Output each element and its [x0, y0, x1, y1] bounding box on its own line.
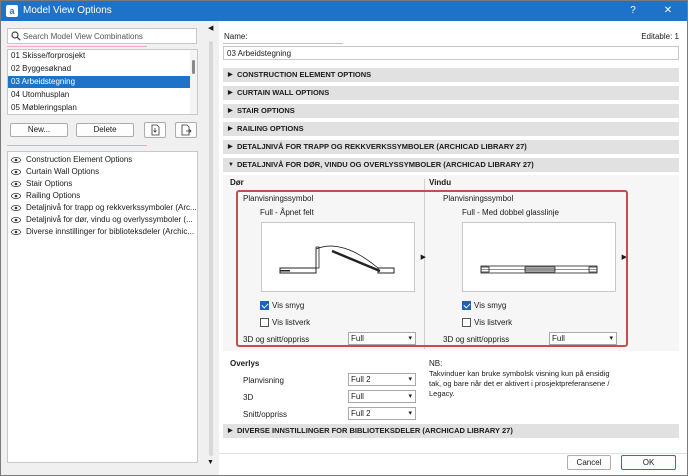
export-icon: [181, 124, 192, 136]
scroll-down-icon[interactable]: ▼: [207, 459, 214, 466]
collapse-left-icon[interactable]: ◀: [208, 24, 213, 32]
divider: [7, 145, 147, 146]
expand-icon: ▶: [228, 144, 233, 150]
overlys-section-select[interactable]: Full 2 ▾: [348, 407, 416, 420]
search-field[interactable]: Search Model View Combinations: [7, 28, 197, 44]
expand-icon: ▶: [228, 90, 233, 96]
chevron-down-icon: ▾: [408, 376, 412, 383]
door-title: Dør: [230, 178, 244, 187]
export-button[interactable]: [175, 122, 197, 138]
section-header[interactable]: ▶ CONSTRUCTION ELEMENT OPTIONS: [223, 68, 679, 82]
section-header[interactable]: ▶ DETALJNIVÅ FOR TRAPP OG REKKVERKSSYMBOL…: [223, 140, 679, 154]
cancel-button[interactable]: Cancel: [567, 455, 611, 470]
expand-icon: ▶: [228, 126, 233, 132]
panel-splitter[interactable]: ◀ ▼: [204, 21, 218, 475]
list-item[interactable]: 04 Utomhusplan: [8, 89, 191, 101]
window-title: Vindu: [429, 178, 452, 187]
new-button[interactable]: New...: [10, 123, 68, 137]
option-set-label: Railing Options: [26, 191, 81, 200]
option-set-list[interactable]: Construction Element Options Curtain Wal…: [7, 151, 198, 463]
overlys-section-label: Snitt/oppriss: [243, 410, 288, 419]
title-bar: a Model View Options ? ✕: [1, 1, 687, 21]
eye-icon[interactable]: [11, 169, 21, 175]
eye-icon[interactable]: [11, 205, 21, 211]
option-set-item[interactable]: Detaljnivå for dør, vindu og overlyssymb…: [8, 214, 197, 226]
name-label: Name:: [224, 32, 248, 41]
editable-label: Editable: 1: [641, 32, 679, 41]
option-set-label: Curtain Wall Options: [26, 167, 100, 176]
eye-icon[interactable]: [11, 193, 21, 199]
overlys-plan-select[interactable]: Full 2 ▾: [348, 373, 416, 386]
option-set-item[interactable]: Detaljnivå for trapp og rekkverkssymbole…: [8, 202, 197, 214]
left-panel: Search Model View Combinations 01 Skisse…: [1, 21, 204, 475]
scrollbar[interactable]: [209, 41, 213, 456]
chevron-down-icon: ▾: [408, 393, 412, 400]
model-view-options-dialog: a Model View Options ? ✕ Search Model Vi…: [0, 0, 688, 476]
option-set-item[interactable]: Curtain Wall Options: [8, 166, 197, 178]
option-set-item[interactable]: Stair Options: [8, 178, 197, 190]
window-title: Model View Options: [23, 5, 112, 16]
option-set-label: Construction Element Options: [26, 155, 133, 164]
expand-icon: ▶: [228, 108, 233, 114]
option-set-label: Detaljnivå for dør, vindu og overlyssymb…: [26, 215, 193, 224]
option-set-item[interactable]: Construction Element Options: [8, 154, 197, 166]
option-set-item[interactable]: Railing Options: [8, 190, 197, 202]
section-header[interactable]: ▶ STAIR OPTIONS: [223, 104, 679, 118]
scrollbar[interactable]: [190, 50, 197, 114]
eye-icon[interactable]: [11, 157, 21, 163]
delete-button[interactable]: Delete: [76, 123, 134, 137]
nb-text: Takvinduer kan bruke symbolsk visning ku…: [429, 369, 610, 398]
section-header-expanded[interactable]: ▼ DETALJNIVÅ FOR DØR, VINDU OG OVERLYSSYM…: [223, 158, 679, 172]
import-button[interactable]: [144, 122, 166, 138]
divider: [7, 46, 147, 47]
eye-icon[interactable]: [11, 217, 21, 223]
scrollbar-thumb[interactable]: [192, 60, 195, 74]
help-button[interactable]: ?: [621, 3, 645, 19]
options-panel: Name: Editable: 1 03 Arbeidstegning ▶ CON…: [219, 21, 687, 475]
eye-icon[interactable]: [11, 181, 21, 187]
list-item[interactable]: 02 Byggesøknad: [8, 63, 191, 75]
combination-list[interactable]: 01 Skisse/forprosjekt 02 Byggesøknad 03 …: [7, 49, 198, 115]
overlys-plan-label: Planvisning: [243, 376, 284, 385]
expand-icon: ▶: [228, 428, 233, 434]
expand-icon: ▶: [228, 72, 233, 78]
section-header[interactable]: ▶ DIVERSE INNSTILLINGER FOR BIBLIOTEKSDEL…: [223, 424, 679, 438]
option-set-label: Stair Options: [26, 179, 73, 188]
close-button[interactable]: ✕: [656, 3, 680, 19]
search-icon: [11, 31, 21, 41]
overlys-3d-label: 3D: [243, 393, 254, 402]
chevron-down-icon: ▾: [408, 410, 412, 417]
list-item-selected[interactable]: 03 Arbeidstegning: [8, 76, 191, 88]
overlys-title: Overlys: [230, 359, 260, 368]
option-set-label: Detaljnivå for trapp og rekkverkssymbole…: [26, 203, 197, 212]
name-field[interactable]: 03 Arbeidstegning: [223, 46, 679, 60]
eye-icon[interactable]: [11, 229, 21, 235]
section-header[interactable]: ▶ CURTAIN WALL OPTIONS: [223, 86, 679, 100]
list-item[interactable]: 05 Møbleringsplan: [8, 102, 191, 114]
name-value: 03 Arbeidstegning: [227, 49, 292, 58]
option-set-label: Diverse innstillinger for biblioteksdele…: [26, 227, 195, 236]
collapse-icon: ▼: [228, 162, 234, 168]
section-header[interactable]: ▶ RAILING OPTIONS: [223, 122, 679, 136]
app-icon: a: [6, 5, 18, 17]
list-item[interactable]: 01 Skisse/forprosjekt: [8, 50, 191, 62]
footer-divider: [219, 453, 687, 454]
import-icon: [151, 124, 160, 136]
highlight-box: [236, 190, 628, 347]
nb-label: NB:: [429, 359, 443, 368]
overlys-3d-select[interactable]: Full ▾: [348, 390, 416, 403]
option-set-item[interactable]: Diverse innstillinger for biblioteksdele…: [8, 226, 197, 238]
search-placeholder: Search Model View Combinations: [23, 32, 143, 41]
ok-button[interactable]: OK: [621, 455, 676, 470]
divider: [223, 43, 343, 44]
